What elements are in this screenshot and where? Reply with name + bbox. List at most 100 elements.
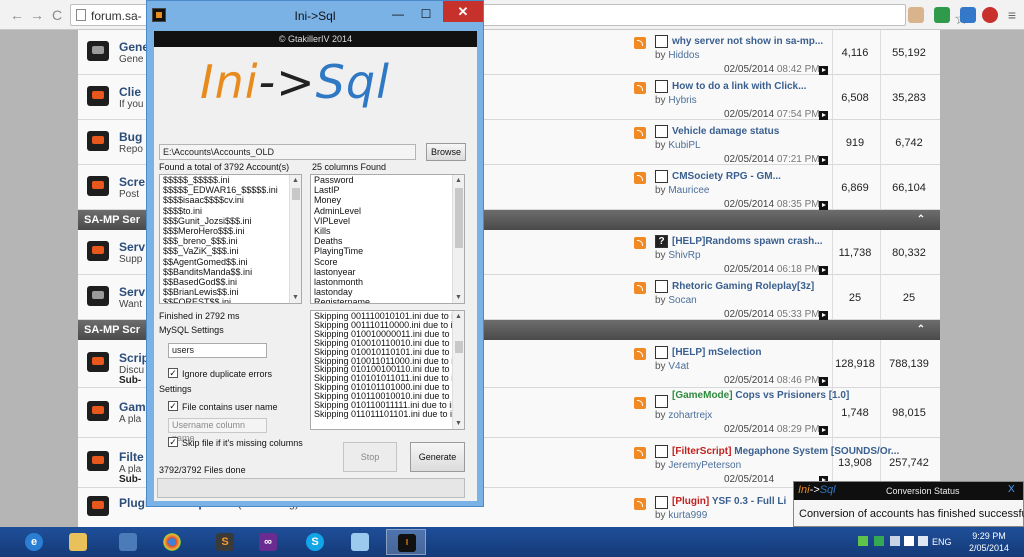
account-item[interactable]: $$$MeroHero$$$.ini <box>160 226 301 236</box>
extension-red-icon[interactable] <box>982 7 998 23</box>
rss-icon[interactable] <box>634 126 646 139</box>
account-item[interactable]: $$$$$_EDWAR16_$$$$$.ini <box>160 185 301 195</box>
go-to-post-icon[interactable] <box>819 310 828 320</box>
thread-title[interactable]: [HELP] mSelection <box>672 347 761 358</box>
collapse-icon[interactable]: ⌃ <box>914 323 928 337</box>
go-to-post-icon[interactable] <box>819 265 828 275</box>
tray-green-icon[interactable] <box>858 536 868 546</box>
browse-button[interactable]: Browse <box>426 143 466 161</box>
column-item[interactable]: PlayingTime <box>311 246 464 256</box>
thread-title[interactable]: Cops vs Prisioners [1.0] <box>735 390 849 401</box>
table-name-input[interactable]: users <box>168 343 267 358</box>
log-list[interactable]: Skipping 001110010101.ini due to inval Sk… <box>310 310 465 430</box>
thread-title[interactable]: CMSociety RPG - GM... <box>672 171 781 182</box>
account-item[interactable]: $$BrianLewis$$.ini <box>160 287 301 297</box>
accounts-scrollbar[interactable]: ▲ ▼ <box>289 175 301 303</box>
go-to-post-icon[interactable] <box>819 65 828 75</box>
account-item[interactable]: $$AgentGomed$$.ini <box>160 257 301 267</box>
forum-title[interactable]: Bug <box>119 130 142 144</box>
column-item[interactable]: Registername <box>311 297 464 303</box>
account-item[interactable]: $$$_VaZiK_$$$.ini <box>160 246 301 256</box>
column-item[interactable]: AdminLevel <box>311 206 464 216</box>
column-item[interactable]: lastonmonth <box>311 277 464 287</box>
window-titlebar[interactable]: Ini->Sql — ☐ ✕ <box>147 1 483 31</box>
account-item[interactable]: $$$$isaac$$$$cv.ini <box>160 195 301 205</box>
last-post-title[interactable]: How to do a link with Click... <box>672 81 806 92</box>
clock-time[interactable]: 9:29 PM <box>960 531 1018 541</box>
author-link[interactable]: Hiddos <box>668 50 699 61</box>
last-post-title[interactable]: Rhetoric Gaming Roleplay[3z] <box>672 281 814 292</box>
forum-title[interactable]: Filte <box>119 450 144 464</box>
column-item[interactable]: Kills <box>311 226 464 236</box>
account-item[interactable]: $$$Gunit_Jozsi$$$.ini <box>160 216 301 226</box>
forum-title[interactable]: Serv <box>119 285 145 299</box>
last-post-title[interactable]: Vehicle damage status <box>672 126 779 137</box>
conversion-toast[interactable]: Ini->Sql Conversion Status X Conversion … <box>793 481 1024 527</box>
rss-icon[interactable] <box>634 447 646 459</box>
taskbar-sublime[interactable]: S <box>205 529 245 555</box>
thread-title[interactable]: Megaphone System [SOUNDS/Or... <box>734 446 899 457</box>
forum-title[interactable]: Clie <box>119 85 141 99</box>
thread-title[interactable]: How to do a link with Click... <box>672 81 806 92</box>
thread-title[interactable]: why server not show in sa-mp... <box>672 36 823 47</box>
column-item[interactable]: LastIP <box>311 185 464 195</box>
extension-blue-icon[interactable] <box>960 7 976 23</box>
maximize-button[interactable]: ☐ <box>413 5 439 23</box>
rss-icon[interactable] <box>634 36 646 49</box>
author-link[interactable]: JeremyPeterson <box>668 460 741 471</box>
skip-missing-columns-checkbox[interactable]: ✓ <box>168 437 178 447</box>
generate-button[interactable]: Generate <box>410 442 465 472</box>
ignore-duplicates-checkbox[interactable]: ✓ <box>168 368 178 378</box>
start-button[interactable]: e <box>14 529 54 555</box>
extension-green-icon[interactable] <box>934 7 950 23</box>
taskbar-ini-sql[interactable]: I <box>386 529 426 555</box>
forum-subforums[interactable]: Sub- <box>119 375 141 386</box>
last-post-title[interactable]: [Plugin] YSF 0.3 - Full Li <box>672 496 786 507</box>
go-to-post-icon[interactable] <box>819 155 828 165</box>
taskbar-network[interactable] <box>108 529 148 555</box>
thread-title[interactable]: Vehicle damage status <box>672 126 779 137</box>
language-indicator[interactable]: ENG <box>932 537 952 547</box>
account-item[interactable]: $$BanditsManda$$.ini <box>160 267 301 277</box>
last-post-title[interactable]: [HELP]Randoms spawn crash... <box>672 236 823 247</box>
account-item[interactable]: $$$$$_$$$$$.ini <box>160 175 301 185</box>
tray-volume-icon[interactable] <box>918 536 928 546</box>
taskbar-explorer[interactable] <box>58 529 98 555</box>
last-post-title[interactable]: [GameMode] Cops vs Prisioners [1.0] <box>672 390 849 401</box>
username-column-input[interactable]: Username column name <box>168 418 267 443</box>
rss-icon[interactable] <box>634 81 646 94</box>
author-link[interactable]: zohartrejx <box>668 410 712 421</box>
thread-title[interactable]: Rhetoric Gaming Roleplay[3z] <box>672 281 814 292</box>
log-scrollbar[interactable]: ▲ ▼ <box>452 311 464 429</box>
tray-flag-icon[interactable] <box>890 536 900 546</box>
accounts-list[interactable]: $$$$$_$$$$$.ini $$$$$_EDWAR16_$$$$$.ini $$… <box>159 174 302 304</box>
go-to-post-icon[interactable] <box>819 377 828 386</box>
last-post-title[interactable]: [FilterScript] Megaphone System [SOUNDS/… <box>672 446 899 457</box>
author-link[interactable]: KubiPL <box>668 140 700 151</box>
forum-subforums[interactable]: Sub- <box>119 474 141 485</box>
column-item[interactable]: VIPLevel <box>311 216 464 226</box>
author-link[interactable]: Hybris <box>668 95 696 106</box>
toast-close-button[interactable]: X <box>1008 484 1015 495</box>
rss-icon[interactable] <box>634 397 646 409</box>
last-post-title[interactable]: why server not show in sa-mp... <box>672 36 823 47</box>
account-item[interactable]: $$FOREST$$.ini <box>160 297 301 303</box>
column-item[interactable]: lastonday <box>311 287 464 297</box>
stop-button[interactable]: Stop <box>343 442 397 472</box>
column-item[interactable]: lastonyear <box>311 267 464 277</box>
author-link[interactable]: kurta999 <box>668 510 707 521</box>
rss-icon[interactable] <box>634 348 646 360</box>
rss-icon[interactable] <box>634 236 646 249</box>
last-post-title[interactable]: [HELP] mSelection <box>672 347 761 358</box>
minimize-button[interactable]: — <box>385 5 411 23</box>
author-link[interactable]: Socan <box>668 295 696 306</box>
column-item[interactable]: Money <box>311 195 464 205</box>
back-icon[interactable]: ← <box>8 6 26 24</box>
extension-cookie-icon[interactable] <box>908 7 924 23</box>
author-link[interactable]: ShivRp <box>668 250 700 261</box>
close-button[interactable]: ✕ <box>443 1 483 22</box>
author-link[interactable]: Mauricee <box>668 185 709 196</box>
taskbar-skype[interactable]: S <box>295 529 335 555</box>
thread-title[interactable]: [HELP]Randoms spawn crash... <box>672 236 823 247</box>
account-item[interactable]: $$$_breno_$$$.ini <box>160 236 301 246</box>
